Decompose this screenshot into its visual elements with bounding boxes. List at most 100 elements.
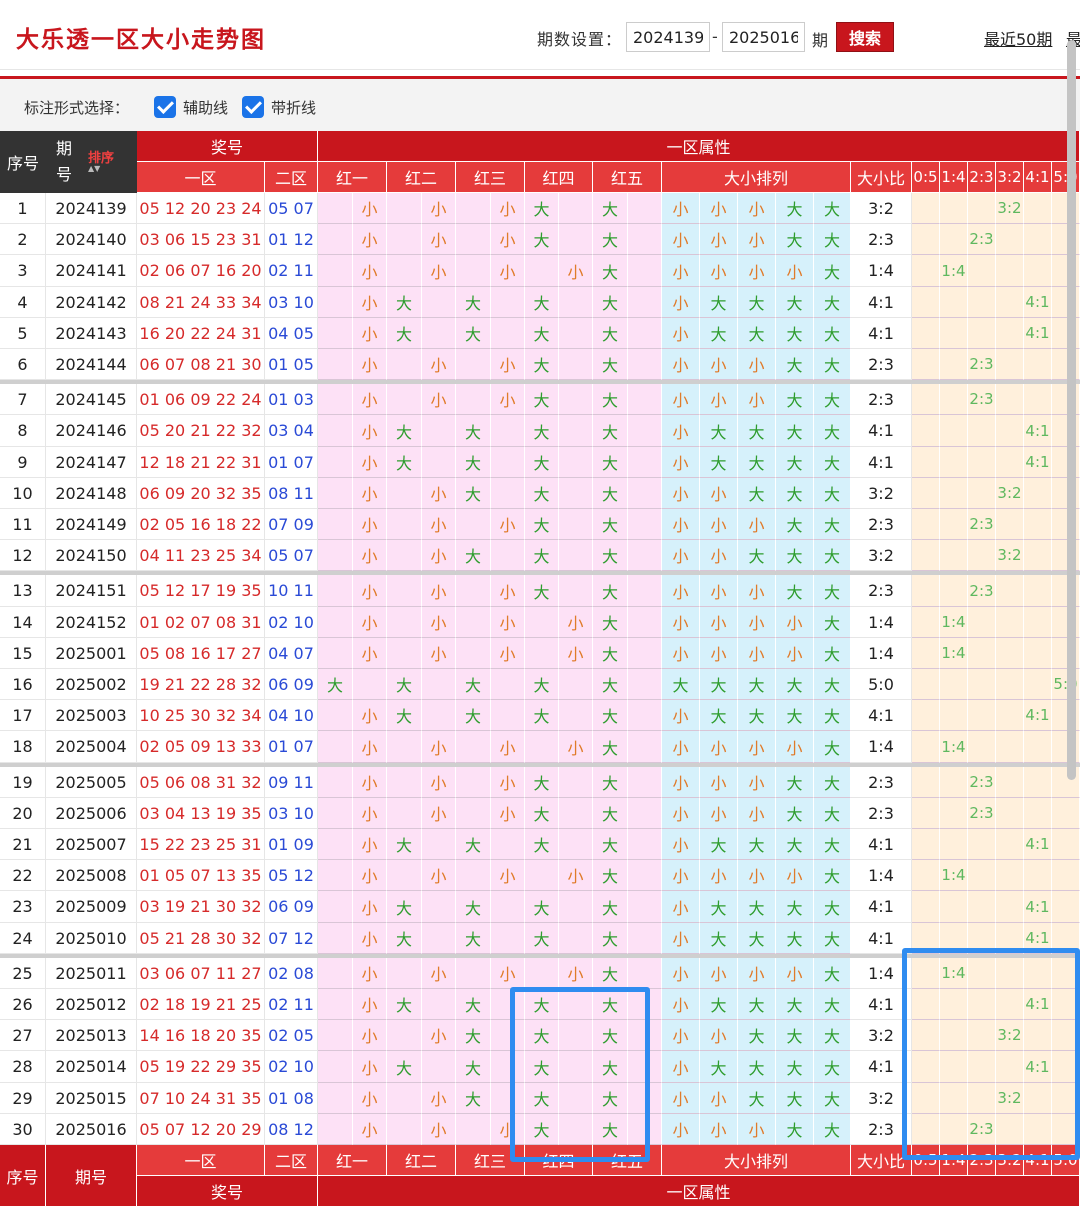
recent-50-link[interactable]: 最近50期	[984, 26, 1052, 50]
red-2-big-cell	[387, 540, 422, 571]
zone1-balls: 08 21 24 33 34	[137, 287, 265, 318]
red-2-big-cell	[387, 607, 422, 638]
header-draw: 奖号	[137, 131, 318, 162]
red-4-small-cell	[559, 669, 593, 700]
header-red-5: 红五	[593, 162, 662, 193]
red-5-small-cell	[628, 1020, 662, 1051]
ratio-empty-cell	[1024, 540, 1052, 571]
arrangement-cell-5: 大	[814, 287, 851, 318]
header-red-2: 红二	[387, 162, 456, 193]
red-1-small-cell: 小	[353, 224, 387, 255]
ratio-cell: 2:3	[851, 767, 912, 798]
red-1-big-cell	[318, 447, 353, 478]
polyline-checkbox[interactable]	[242, 96, 264, 118]
arrangement-cell-4: 大	[776, 923, 814, 954]
ratio-cell: 3:2	[851, 193, 912, 224]
arrangement-cell-3: 小	[738, 193, 776, 224]
arrangement-cell-4: 小	[776, 860, 814, 891]
ratio-empty-cell	[1024, 575, 1052, 607]
arrangement-cell-3: 小	[738, 607, 776, 638]
red-5-small-cell	[628, 1114, 662, 1145]
search-button[interactable]: 搜索	[836, 22, 894, 52]
ratio-empty-cell	[968, 478, 996, 509]
red-5-big-cell: 大	[593, 1020, 628, 1051]
red-4-small-cell	[559, 1020, 593, 1051]
options-bar: 标注形式选择： 辅助线 带折线	[0, 79, 1080, 131]
red-1-small-cell: 小	[353, 700, 387, 731]
period-cell: 2024140	[46, 224, 137, 255]
sort-arrow-icon[interactable]: ▲▼	[88, 164, 100, 173]
arrangement-cell-3: 小	[738, 638, 776, 669]
zone2-balls: 05 12	[265, 860, 318, 891]
arrangement-cell-3: 小	[738, 255, 776, 287]
arrangement-cell-1: 小	[662, 349, 700, 380]
ratio-hit-cell: 2:3	[968, 575, 996, 607]
red-5-big-cell: 大	[593, 540, 628, 571]
arrangement-cell-5: 大	[814, 923, 851, 954]
arrangement-cell-3: 小	[738, 860, 776, 891]
ratio-empty-cell	[996, 923, 1024, 954]
zone1-balls: 10 25 30 32 34	[137, 700, 265, 731]
period-start-input[interactable]	[626, 22, 710, 52]
red-1-small-cell: 小	[353, 798, 387, 829]
red-4-big-cell	[525, 638, 559, 669]
ratio-empty-cell	[1052, 829, 1080, 860]
red-4-big-cell	[525, 731, 559, 763]
red-4-small-cell	[559, 509, 593, 540]
footer-red-3: 红三	[456, 1145, 525, 1176]
arrangement-cell-4: 大	[776, 669, 814, 700]
ratio-empty-cell	[912, 478, 940, 509]
arrangement-cell-1: 小	[662, 575, 700, 607]
period-cell: 2025003	[46, 700, 137, 731]
header-zone1: 一区	[137, 162, 265, 193]
arrangement-cell-4: 大	[776, 540, 814, 571]
footer-ratio-0: 0:5	[912, 1145, 940, 1176]
arrangement-cell-2: 大	[700, 700, 738, 731]
red-1-big-cell	[318, 1051, 353, 1083]
zone2-balls: 07 09	[265, 509, 318, 540]
red-1-big-cell	[318, 575, 353, 607]
red-1-big-cell: 大	[318, 669, 353, 700]
red-3-small-cell: 小	[491, 731, 525, 763]
red-1-small-cell: 小	[353, 958, 387, 989]
arrangement-cell-5: 大	[814, 540, 851, 571]
red-1-big-cell	[318, 509, 353, 540]
arrangement-cell-3: 大	[738, 1083, 776, 1114]
seq-cell: 25	[0, 958, 46, 989]
red-3-small-cell	[491, 540, 525, 571]
ratio-empty-cell	[940, 1114, 968, 1145]
red-3-big-cell	[456, 767, 491, 798]
red-3-big-cell: 大	[456, 415, 491, 447]
ratio-empty-cell	[940, 700, 968, 731]
arrangement-cell-1: 小	[662, 607, 700, 638]
red-2-small-cell: 小	[422, 575, 456, 607]
red-2-big-cell	[387, 224, 422, 255]
seq-cell: 6	[0, 349, 46, 380]
arrangement-cell-1: 小	[662, 798, 700, 829]
arrangement-cell-5: 大	[814, 798, 851, 829]
red-5-big-cell: 大	[593, 415, 628, 447]
zone2-balls: 01 12	[265, 224, 318, 255]
footer-seq: 序号	[0, 1145, 46, 1207]
aux-line-label[interactable]: 辅助线	[183, 97, 228, 118]
arrangement-cell-5: 大	[814, 255, 851, 287]
period-end-input[interactable]	[722, 22, 805, 52]
red-2-big-cell	[387, 1114, 422, 1145]
ratio-empty-cell	[912, 638, 940, 669]
polyline-label[interactable]: 带折线	[271, 97, 316, 118]
arrangement-cell-2: 小	[700, 638, 738, 669]
arrangement-cell-3: 大	[738, 891, 776, 923]
red-1-small-cell: 小	[353, 607, 387, 638]
red-4-small-cell: 小	[559, 607, 593, 638]
aux-line-checkbox[interactable]	[154, 96, 176, 118]
ratio-hit-cell: 1:4	[940, 638, 968, 669]
arrangement-cell-3: 小	[738, 349, 776, 380]
red-5-big-cell: 大	[593, 575, 628, 607]
arrangement-cell-5: 大	[814, 193, 851, 224]
red-1-small-cell: 小	[353, 193, 387, 224]
red-3-small-cell	[491, 1083, 525, 1114]
seq-cell: 21	[0, 829, 46, 860]
scrollbar[interactable]	[1067, 40, 1076, 780]
zone1-balls: 03 04 13 19 35	[137, 798, 265, 829]
arrangement-cell-4: 大	[776, 224, 814, 255]
